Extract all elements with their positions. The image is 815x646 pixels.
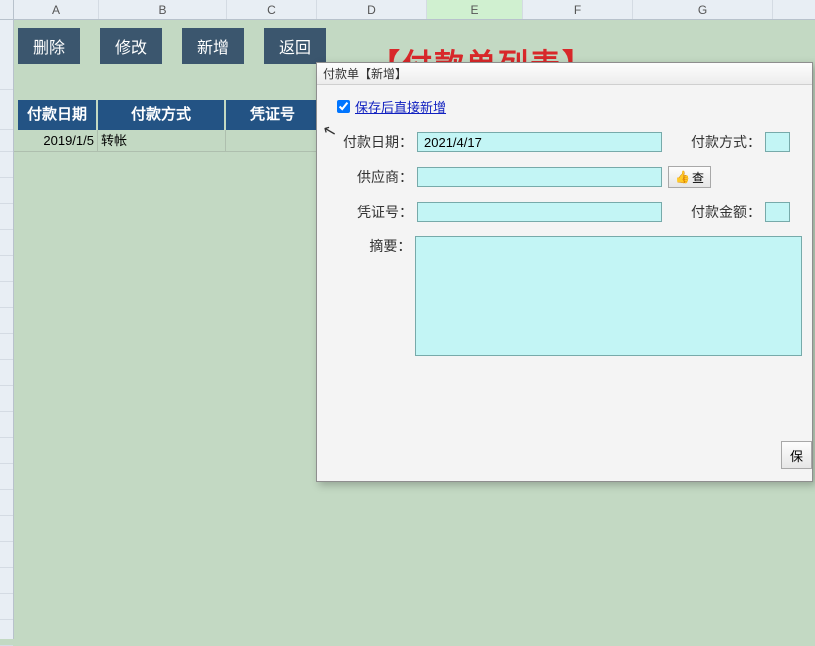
- cell-voucher: [226, 130, 321, 152]
- row-header-21[interactable]: [0, 594, 13, 620]
- row-header-13[interactable]: [0, 386, 13, 412]
- row-header-1[interactable]: [0, 20, 13, 90]
- pay-date-input[interactable]: [417, 132, 662, 152]
- col-header-g[interactable]: G: [633, 0, 773, 19]
- amount-label: 付款金额：: [690, 202, 765, 222]
- th-date: 付款日期: [18, 100, 98, 130]
- lookup-label: 查: [692, 169, 704, 186]
- col-header-f[interactable]: F: [523, 0, 633, 19]
- voucher-label: 凭证号：: [337, 202, 417, 222]
- th-method: 付款方式: [98, 100, 226, 130]
- row-header-19[interactable]: [0, 542, 13, 568]
- row-header-3[interactable]: [0, 130, 13, 152]
- col-header-a[interactable]: A: [14, 0, 99, 19]
- delete-button[interactable]: 删除: [18, 28, 80, 64]
- add-button[interactable]: 新增: [182, 28, 244, 64]
- list-header: 付款日期 付款方式 凭证号: [18, 100, 321, 130]
- voucher-input[interactable]: [417, 202, 662, 222]
- row-header-11[interactable]: [0, 334, 13, 360]
- supplier-label: 供应商：: [337, 167, 417, 187]
- row-header-2[interactable]: [0, 90, 13, 130]
- save-button[interactable]: 保: [781, 441, 812, 469]
- supplier-lookup-button[interactable]: 👍 查: [668, 166, 711, 188]
- row-header-7[interactable]: [0, 230, 13, 256]
- payment-dialog: 付款单【新增】 保存后直接新增 ↖ 付款日期： 付款方式： 供应商： 👍 查 凭…: [316, 62, 813, 482]
- row-header-12[interactable]: [0, 360, 13, 386]
- row-header-22[interactable]: [0, 620, 13, 646]
- row-header-20[interactable]: [0, 568, 13, 594]
- th-voucher: 凭证号: [226, 100, 321, 130]
- row-header-4[interactable]: [0, 152, 13, 178]
- row-header-5[interactable]: [0, 178, 13, 204]
- pay-date-label: 付款日期：: [337, 132, 417, 152]
- select-all-corner[interactable]: [0, 0, 14, 19]
- table-row[interactable]: 2019/1/5 转帐: [14, 130, 321, 152]
- save-after-add-label[interactable]: 保存后直接新增: [355, 97, 446, 116]
- modify-button[interactable]: 修改: [100, 28, 162, 64]
- col-header-d[interactable]: D: [317, 0, 427, 19]
- col-header-e[interactable]: E: [427, 0, 523, 19]
- supplier-input[interactable]: [417, 167, 662, 187]
- cursor-icon: ↖: [321, 120, 339, 143]
- row-header-18[interactable]: [0, 516, 13, 542]
- memo-label: 摘要：: [337, 236, 415, 256]
- cell-date: 2019/1/5: [14, 130, 98, 152]
- row-header-17[interactable]: [0, 490, 13, 516]
- row-header-strip: [0, 20, 14, 639]
- thumbs-up-icon: 👍: [675, 170, 690, 184]
- row-header-16[interactable]: [0, 464, 13, 490]
- column-header-row: A B C D E F G: [0, 0, 815, 20]
- col-header-c[interactable]: C: [227, 0, 317, 19]
- toolbar: 删除 修改 新增 返回: [18, 28, 326, 64]
- dialog-title[interactable]: 付款单【新增】: [317, 63, 812, 85]
- row-header-9[interactable]: [0, 282, 13, 308]
- cell-method: 转帐: [98, 130, 226, 152]
- row-header-8[interactable]: [0, 256, 13, 282]
- row-header-14[interactable]: [0, 412, 13, 438]
- pay-method-label: 付款方式：: [690, 132, 765, 152]
- memo-textarea[interactable]: [415, 236, 802, 356]
- row-header-6[interactable]: [0, 204, 13, 230]
- row-header-15[interactable]: [0, 438, 13, 464]
- amount-input[interactable]: [765, 202, 790, 222]
- back-button[interactable]: 返回: [264, 28, 326, 64]
- save-after-add-checkbox[interactable]: [337, 100, 350, 113]
- pay-method-input[interactable]: [765, 132, 790, 152]
- col-header-b[interactable]: B: [99, 0, 227, 19]
- row-header-10[interactable]: [0, 308, 13, 334]
